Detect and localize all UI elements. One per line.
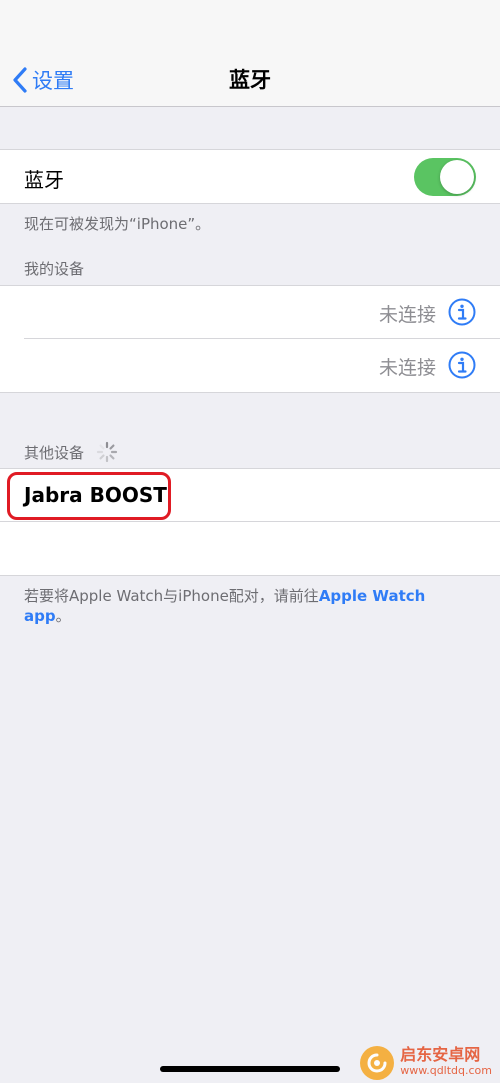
- bluetooth-toggle[interactable]: [414, 158, 476, 196]
- navigation-bar: 设置 蓝牙: [0, 0, 500, 107]
- pairing-footer-note: 若要将Apple Watch与iPhone配对，请前往Apple Watch a…: [24, 586, 464, 626]
- info-icon[interactable]: [448, 298, 476, 326]
- watermark-name: 启东安卓网: [400, 1045, 481, 1064]
- footer-text: 若要将Apple Watch与iPhone配对，请前往: [24, 587, 319, 605]
- my-devices-header: 我的设备: [24, 260, 85, 278]
- bluetooth-label: 蓝牙: [24, 168, 64, 192]
- bluetooth-toggle-row: 蓝牙: [0, 150, 500, 203]
- bluetooth-group: 蓝牙: [0, 149, 500, 204]
- home-indicator[interactable]: [160, 1066, 340, 1072]
- other-devices-header: 其他设备: [24, 443, 85, 462]
- other-devices-header-row: 其他设备: [24, 441, 118, 463]
- device-row[interactable]: [0, 522, 500, 575]
- my-devices-group: 未连接 未连接: [0, 285, 500, 393]
- device-row[interactable]: 未连接: [0, 339, 500, 392]
- toggle-knob: [440, 160, 474, 194]
- discoverable-note: 现在可被发现为“iPhone”。: [24, 215, 211, 233]
- watermark-logo-icon: [360, 1046, 395, 1080]
- device-status: 未连接: [378, 357, 436, 379]
- device-row[interactable]: 未连接: [0, 286, 500, 339]
- info-icon[interactable]: [448, 351, 476, 379]
- footer-end: 。: [55, 607, 71, 625]
- watermark-url: www.qdltdq.com: [400, 1064, 492, 1077]
- watermark: 启东安卓网 www.qdltdq.com: [360, 1046, 492, 1080]
- highlight-annotation: [7, 472, 171, 520]
- loading-spinner-icon: [96, 441, 118, 463]
- device-status: 未连接: [378, 304, 436, 326]
- page-title: 蓝牙: [229, 68, 271, 92]
